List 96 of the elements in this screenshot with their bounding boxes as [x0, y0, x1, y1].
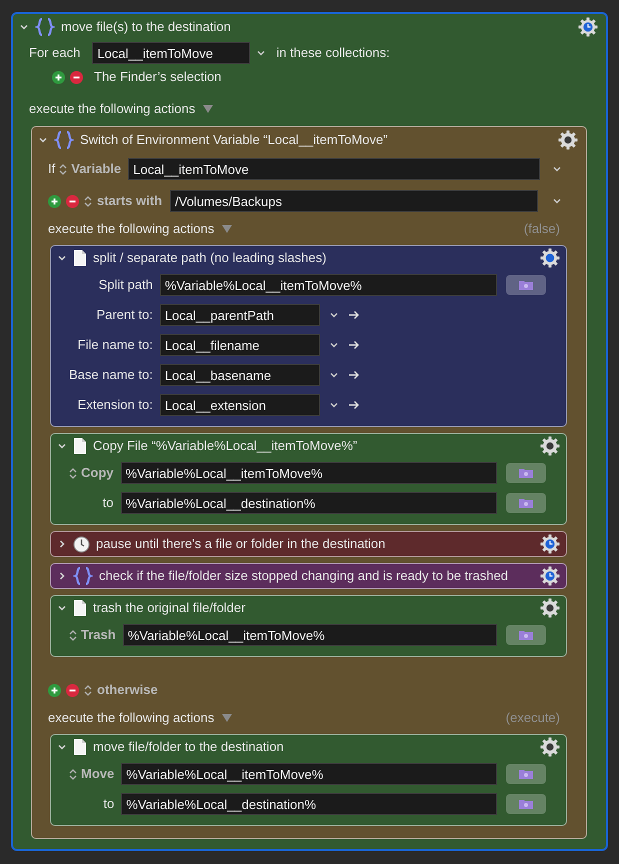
add-button[interactable] [48, 684, 61, 696]
path-field[interactable]: %Variable%Local__itemToMove% [160, 274, 497, 296]
caret-icon[interactable] [328, 310, 339, 320]
clock-gear-icon[interactable] [540, 534, 560, 554]
field-label[interactable]: Move [81, 764, 114, 784]
status-label: (false) [524, 220, 561, 238]
variable-field[interactable]: Local__itemToMove [128, 158, 540, 180]
operator-popup[interactable]: starts with [97, 191, 162, 211]
caret-icon[interactable] [552, 196, 562, 206]
field-label[interactable]: Copy [81, 463, 114, 483]
stepper-icon[interactable] [84, 684, 92, 696]
caret-icon[interactable] [256, 48, 266, 58]
stepper-icon[interactable] [69, 768, 77, 780]
gear-icon[interactable] [540, 436, 560, 456]
operator-popup[interactable]: otherwise [97, 680, 158, 700]
field-label: File name to: [78, 336, 153, 354]
chevron-icon[interactable] [19, 22, 29, 32]
gear-icon[interactable] [540, 248, 560, 268]
action-title: Copy File “%Variable%Local__itemToMove%” [93, 437, 358, 456]
stepper-icon[interactable] [59, 162, 68, 176]
action-title: pause until there's a file or folder in the destination [96, 535, 386, 554]
chevron-icon[interactable] [38, 135, 48, 145]
arrow-icon [348, 340, 359, 350]
arrow-icon [348, 310, 359, 320]
action-title: move file(s) to the destination [61, 18, 231, 36]
chevron-icon[interactable] [57, 571, 67, 581]
folder-icon [519, 799, 533, 809]
add-button[interactable] [48, 194, 61, 208]
remove-button[interactable] [70, 70, 83, 84]
caret-icon[interactable] [552, 164, 562, 174]
field-label: to [102, 494, 114, 512]
remove-button[interactable] [66, 194, 79, 208]
collection-item[interactable]: The Finder’s selection [94, 67, 222, 87]
field-label: For each [29, 44, 80, 62]
gear-icon[interactable] [540, 737, 560, 757]
caret-icon[interactable] [328, 400, 339, 410]
action-title: split / separate path (no leading slashes) [93, 249, 326, 268]
chevron-icon[interactable] [57, 742, 67, 752]
section-label: execute the following actions [48, 220, 214, 238]
caret-icon[interactable] [328, 370, 339, 380]
field-label: Extension to: [78, 396, 153, 414]
path-field[interactable]: %Variable%Local__destination% [120, 492, 497, 514]
path-field[interactable]: %Variable%Local__itemToMove% [120, 462, 497, 484]
status-label: (execute) [506, 709, 561, 728]
chevron-icon[interactable] [57, 539, 67, 549]
action-title: move file/folder to the destination [93, 738, 284, 756]
field-label[interactable]: Trash [81, 625, 116, 645]
field-label: to [103, 795, 114, 814]
remove-button[interactable] [66, 684, 79, 696]
variable-field[interactable]: Local__extension [160, 394, 320, 416]
variable-field[interactable]: Local__basename [160, 364, 320, 386]
variable-field[interactable]: Local__itemToMove [92, 42, 250, 64]
document-icon [73, 599, 87, 617]
gear-icon[interactable] [558, 130, 578, 150]
stepper-icon[interactable] [84, 194, 92, 208]
clock-gear-icon[interactable] [540, 566, 560, 586]
section-label: execute the following actions [29, 100, 196, 118]
path-field[interactable]: %Variable%Local__destination% [121, 793, 497, 815]
document-icon [73, 738, 87, 756]
field-label: Split path [98, 276, 153, 294]
field-label: in these collections: [276, 44, 390, 62]
value-field[interactable]: /Volumes/Backups [170, 190, 538, 212]
folder-icon [519, 280, 533, 290]
braces-icon [54, 130, 74, 150]
chevron-icon[interactable] [57, 441, 67, 451]
field-label: If [48, 160, 56, 178]
folder-icon [519, 769, 533, 779]
arrow-icon [348, 400, 359, 410]
braces-icon [35, 17, 55, 37]
gear-icon[interactable] [540, 598, 560, 618]
action-title: Switch of Environment Variable “Local__itemToMove” [80, 131, 388, 150]
variable-field[interactable]: Local__filename [160, 334, 320, 356]
folder-icon [519, 468, 533, 478]
arrow-icon [348, 370, 359, 380]
clock-icon [73, 536, 90, 552]
action-title: trash the original file/folder [93, 599, 246, 618]
stepper-icon[interactable] [69, 466, 77, 480]
caret-icon[interactable] [328, 340, 339, 350]
folder-icon [519, 630, 533, 640]
path-field[interactable]: %Variable%Local__itemToMove% [122, 624, 497, 646]
add-button[interactable] [52, 70, 65, 84]
field-label: Parent to: [96, 306, 153, 324]
folder-icon [519, 498, 533, 508]
field-label: Base name to: [69, 366, 153, 384]
action-title: check if the file/folder size stopped changing and is ready to be trashed [99, 567, 508, 586]
source-popup[interactable]: Variable [71, 159, 122, 179]
section-label: execute the following actions [48, 709, 214, 728]
variable-field[interactable]: Local__parentPath [160, 304, 320, 326]
document-icon [73, 249, 87, 267]
stepper-icon[interactable] [69, 628, 77, 642]
clock-gear-icon[interactable] [578, 17, 598, 37]
document-icon [73, 437, 87, 455]
braces-icon [73, 566, 93, 586]
chevron-icon[interactable] [57, 253, 67, 263]
path-field[interactable]: %Variable%Local__itemToMove% [121, 763, 497, 785]
chevron-icon[interactable] [57, 603, 67, 613]
